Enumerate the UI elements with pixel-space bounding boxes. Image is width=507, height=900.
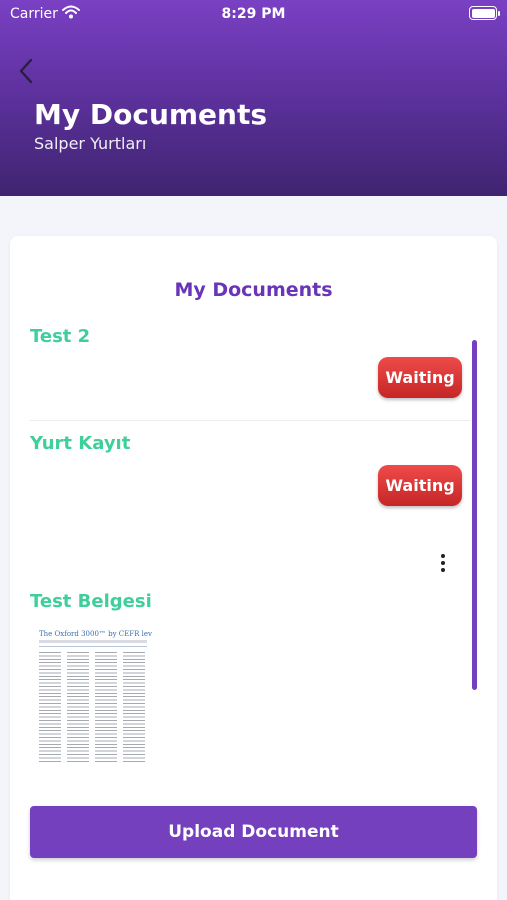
document-name[interactable]: Yurt Kayıt (30, 433, 130, 454)
back-icon[interactable] (14, 56, 40, 86)
header: Carrier 8:29 PM My Documents Salper Yurt… (0, 0, 507, 196)
thumbnail-column (67, 652, 89, 762)
status-time: 8:29 PM (221, 6, 286, 22)
thumbnail-subtitle-line (39, 640, 147, 643)
card-title: My Documents (174, 279, 333, 301)
upload-document-button[interactable]: Upload Document (30, 806, 477, 858)
thumbnail-column (39, 652, 61, 762)
status-badge: Waiting (378, 465, 462, 506)
divider (30, 420, 470, 421)
battery-icon (469, 6, 500, 20)
thumbnail-column (95, 652, 117, 762)
document-name[interactable]: Test Belgesi (30, 591, 152, 612)
status-badge: Waiting (378, 357, 462, 398)
more-options-icon[interactable] (436, 554, 450, 576)
thumbnail-column (123, 652, 145, 762)
thumbnail-title: The Oxford 3000™ by CEFR level (39, 630, 152, 638)
scrollbar[interactable] (472, 340, 477, 690)
document-name[interactable]: Test 2 (30, 326, 90, 347)
status-bar: Carrier 8:29 PM (0, 0, 507, 30)
documents-card: My Documents Test 2 Waiting Yurt Kayıt W… (10, 236, 497, 900)
page-subtitle: Salper Yurtları (34, 134, 147, 153)
page-title: My Documents (34, 98, 268, 131)
document-thumbnail[interactable]: The Oxford 3000™ by CEFR level (36, 628, 152, 766)
thumbnail-rule (39, 646, 147, 647)
